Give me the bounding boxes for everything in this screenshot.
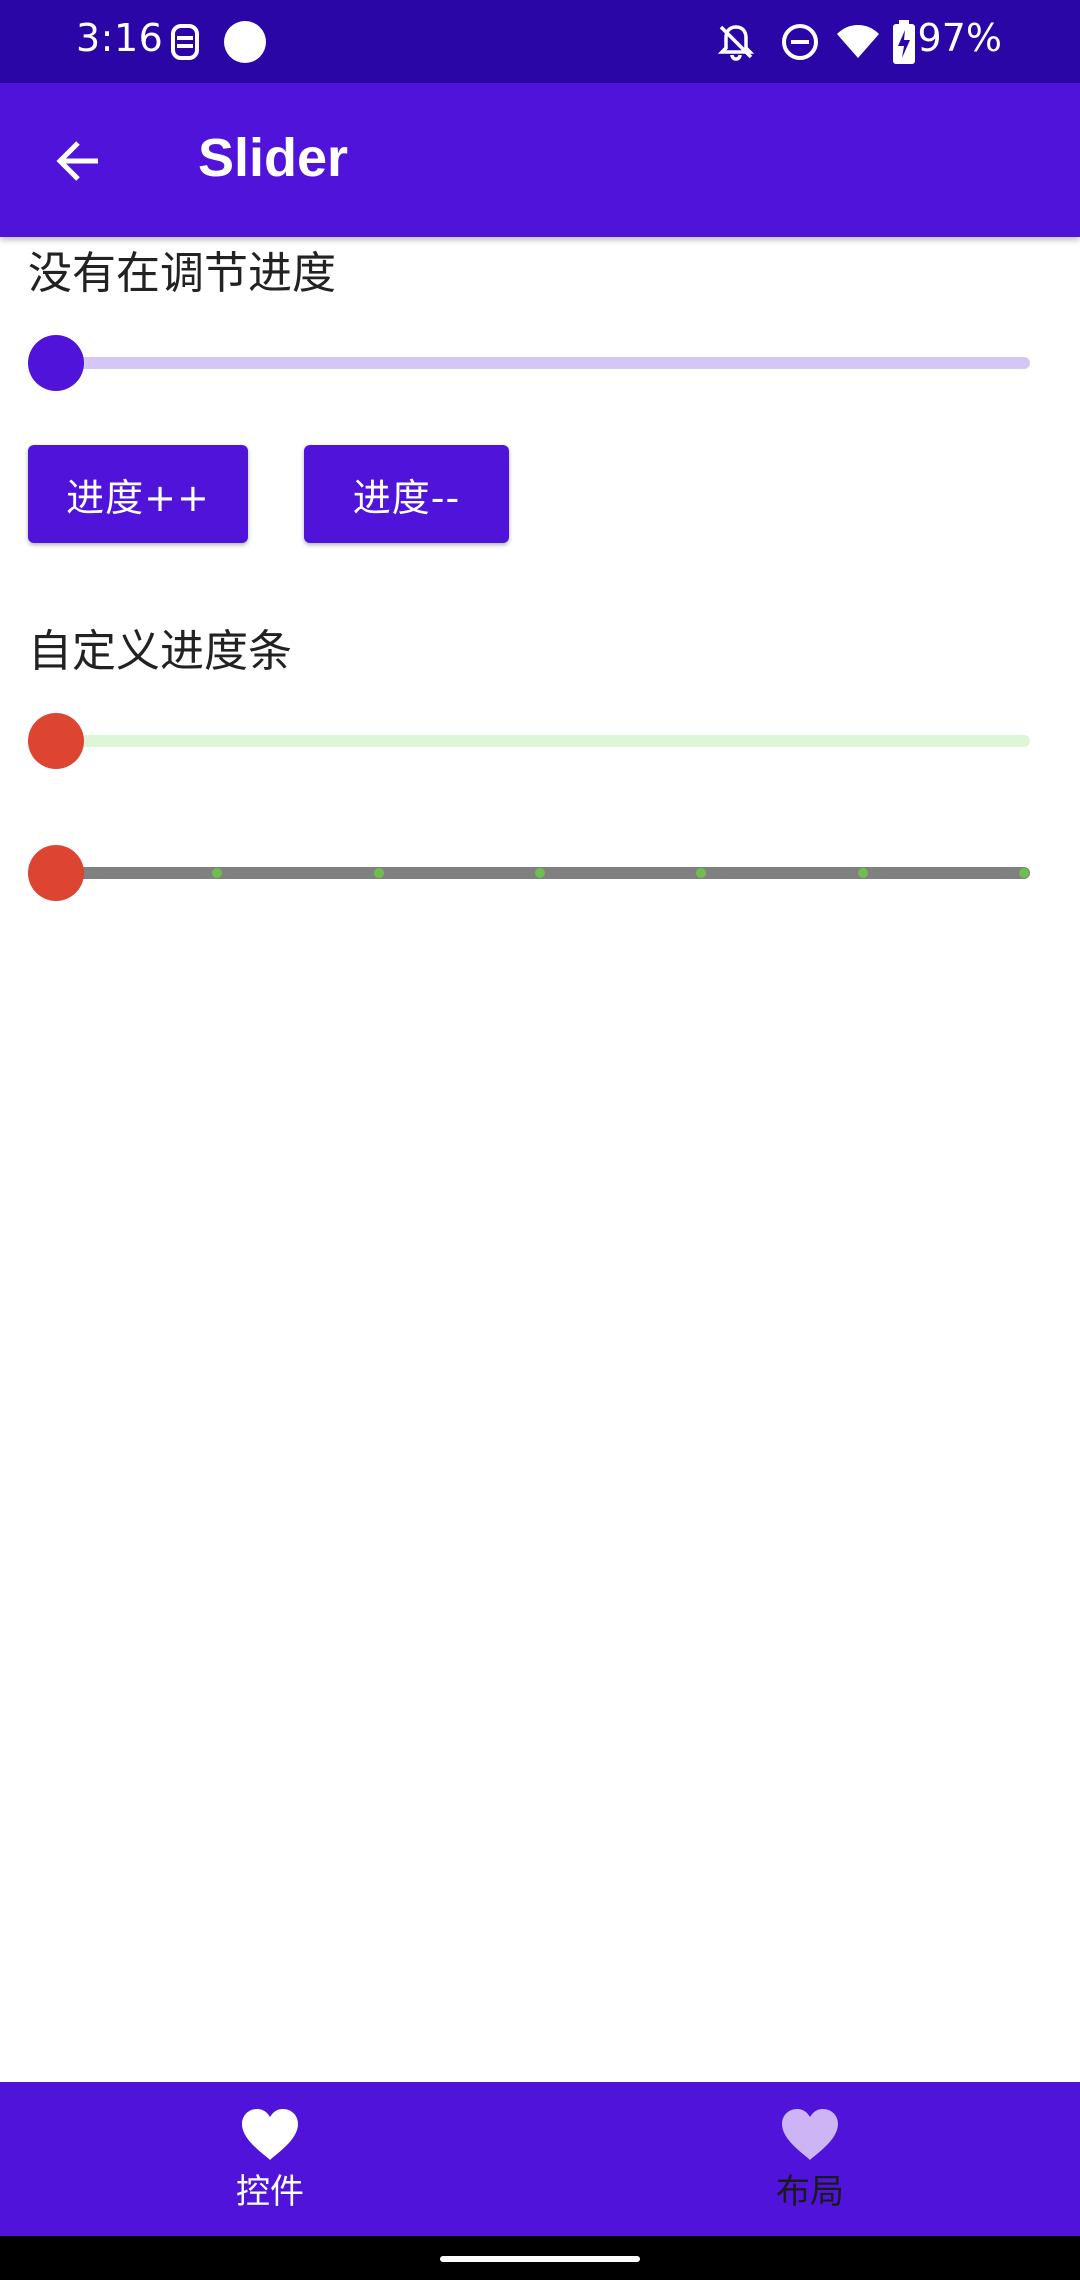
nav-label: 控件 (236, 2172, 304, 2212)
battery-percent: 97% (917, 16, 1002, 60)
main-content: 没有在调节进度 进度++ 进度-- 自定义进度条 (0, 237, 1080, 2082)
battery-charging-icon (892, 20, 916, 68)
slider-thumb[interactable] (28, 845, 84, 901)
wifi-icon (836, 24, 880, 64)
slider-tick (535, 868, 545, 878)
notifications-off-icon (716, 22, 756, 66)
slider-track (28, 867, 1030, 879)
heart-icon (782, 2109, 838, 2160)
progress-increase-button[interactable]: 进度++ (28, 445, 248, 543)
arrow-back-icon (56, 141, 98, 181)
status-bar: 3:16 97% (0, 0, 1080, 83)
slider-status-label: 没有在调节进度 (28, 248, 336, 299)
status-time: 3:16 (76, 16, 164, 60)
slider-tick (373, 868, 384, 878)
progress-slider[interactable] (28, 335, 1030, 391)
circle-dot-icon (224, 21, 266, 67)
nav-label: 布局 (776, 2172, 844, 2212)
back-button[interactable] (36, 119, 120, 203)
nav-item-layout[interactable]: 布局 (540, 2082, 1080, 2236)
custom-slider[interactable] (28, 713, 1030, 769)
bottom-navigation: 控件 布局 (0, 2082, 1080, 2236)
do-not-disturb-icon (780, 22, 820, 66)
slider-track (28, 357, 1030, 369)
slider-tick (1019, 868, 1029, 878)
page-title: Slider (198, 128, 349, 188)
app-bar: Slider (0, 83, 1080, 237)
stepped-slider[interactable] (28, 845, 1030, 901)
nav-item-controls[interactable]: 控件 (0, 2082, 540, 2236)
heart-icon (242, 2109, 298, 2160)
slider-thumb[interactable] (28, 713, 84, 769)
progress-decrease-button[interactable]: 进度-- (304, 445, 509, 543)
custom-slider-label: 自定义进度条 (28, 626, 292, 677)
gesture-handle[interactable] (440, 2256, 640, 2262)
app-notification-icon (168, 22, 202, 66)
slider-thumb[interactable] (28, 335, 84, 391)
system-gesture-bar (0, 2236, 1080, 2280)
slider-tick (857, 868, 868, 878)
slider-track (28, 735, 1030, 747)
